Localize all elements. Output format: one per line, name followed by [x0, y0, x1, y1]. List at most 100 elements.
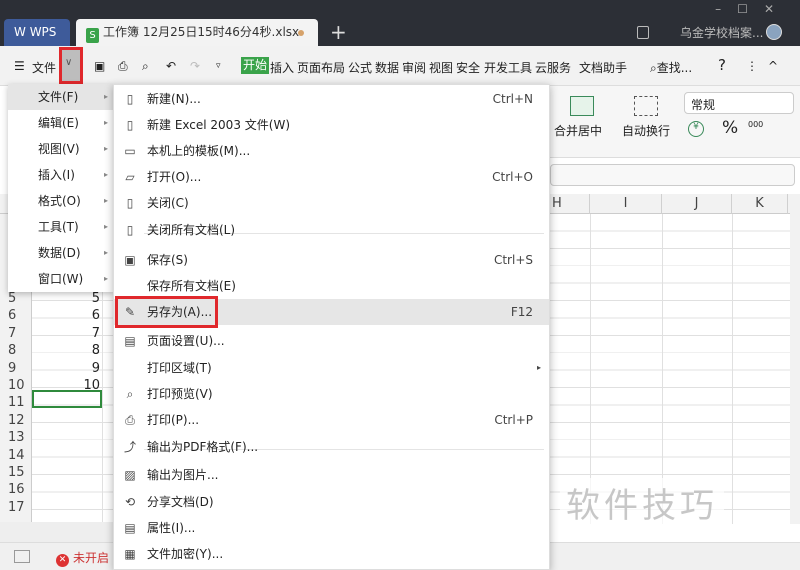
currency-icon[interactable]: ¥ — [688, 121, 704, 137]
file-menu-item[interactable]: ⌕ 打印预览(V) — [114, 381, 549, 407]
number-format-select[interactable]: 常规 — [684, 92, 794, 114]
wps-logo-icon: W — [14, 25, 30, 39]
percent-button[interactable]: % — [722, 118, 738, 138]
cell-value[interactable]: 8 — [34, 342, 100, 359]
file-menu-button[interactable]: 文件 — [32, 59, 56, 76]
tab-insert[interactable]: 插入 — [270, 59, 294, 76]
close-button[interactable]: ✕ — [764, 2, 790, 16]
file-menu-item[interactable]: ▯ 新建 Excel 2003 文件(W) — [114, 112, 549, 138]
tab-home[interactable]: 开始 — [241, 57, 270, 74]
save-icon[interactable]: ▣ — [94, 59, 105, 73]
menu-item[interactable]: 格式(O) ▸ — [8, 188, 114, 214]
file-dropdown-highlight[interactable]: ∨ — [59, 47, 83, 84]
minimize-button[interactable]: – — [715, 2, 737, 16]
file-menu-item[interactable]: ▱ 打开(O)... Ctrl+O — [114, 164, 549, 190]
menu-item-label: 格式(O) — [38, 194, 81, 208]
new-tab-button[interactable]: + — [330, 20, 347, 44]
row-header[interactable]: 10 — [8, 377, 25, 394]
row-header[interactable]: 16 — [8, 481, 25, 498]
shortcut-label: Ctrl+O — [492, 170, 533, 184]
file-menu-item[interactable]: ▯ 关闭(C) — [114, 190, 549, 216]
file-menu-item[interactable]: ⟲ 分享文档(D) — [114, 489, 549, 515]
tab-security[interactable]: 安全 — [456, 59, 480, 76]
formula-bar[interactable] — [550, 164, 795, 186]
user-name[interactable]: 乌金学校档案... — [680, 24, 763, 41]
customize-dropdown-icon[interactable]: ▿ — [216, 61, 221, 71]
thousands-button[interactable]: 000 — [748, 120, 763, 129]
row-header[interactable]: 9 — [8, 360, 16, 377]
document-tab[interactable]: S 工作簿 12月25日15时46分4秒.xlsx — [76, 19, 318, 46]
tablet-mode-icon[interactable] — [637, 26, 649, 39]
hamburger-icon[interactable]: ☰ — [14, 59, 25, 73]
file-menu-item[interactable]: ⎙ 打印(P)... Ctrl+P — [114, 407, 549, 433]
column-header-h[interactable]: H — [550, 194, 590, 214]
row-header[interactable]: 15 — [8, 464, 25, 481]
selected-cell-a11[interactable] — [32, 390, 102, 408]
row-header[interactable]: 12 — [8, 412, 25, 429]
menu-item[interactable]: 插入(I) ▸ — [8, 162, 114, 188]
row-header[interactable]: 17 — [8, 499, 25, 516]
menu-item[interactable]: 文件(F) ▸ — [8, 84, 114, 110]
shortcut-label: F12 — [510, 305, 533, 319]
file-menu-item[interactable]: ▨ 输出为图片... — [114, 462, 549, 488]
file-menu-item[interactable]: ▤ 页面设置(U)... — [114, 328, 549, 354]
column-header-j[interactable]: J — [662, 194, 732, 214]
menu-item[interactable]: 编辑(E) ▸ — [8, 110, 114, 136]
print-preview-icon[interactable]: ⌕ — [142, 59, 149, 74]
help-button[interactable]: ? — [718, 56, 726, 74]
file-menu-item[interactable]: ▯ 关闭所有文档(L) — [114, 217, 549, 243]
redo-icon[interactable]: ↷ — [190, 59, 200, 73]
column-header-k[interactable]: K — [732, 194, 788, 214]
wrap-text-button[interactable]: 自动换行 — [622, 122, 670, 139]
file-menu-item[interactable]: ▤ 属性(I)... — [114, 515, 549, 541]
tab-formulas[interactable]: 公式 — [348, 59, 372, 76]
cell-value[interactable]: 7 — [34, 325, 100, 342]
file-menu-item[interactable]: ▣ 保存(S) Ctrl+S — [114, 247, 549, 273]
tab-developer[interactable]: 开发工具 — [484, 59, 532, 76]
row-header[interactable]: 7 — [8, 325, 16, 342]
status-warning[interactable]: ✕ 未开启 — [56, 549, 109, 567]
wps-home-tab[interactable]: W WPS — [4, 19, 70, 46]
window-controls[interactable]: –☐✕ — [715, 2, 790, 16]
merge-center-button[interactable]: 合并居中 — [554, 122, 602, 139]
row-header[interactable]: 13 — [8, 429, 25, 446]
tab-view[interactable]: 视图 — [429, 59, 453, 76]
file-menu-item[interactable]: ▯ 新建(N)... Ctrl+N — [114, 86, 549, 112]
row-header[interactable]: 8 — [8, 342, 16, 359]
tab-cloud[interactable]: 云服务 — [535, 59, 571, 76]
menu-item[interactable]: 窗口(W) ▸ — [8, 266, 114, 292]
row-header[interactable]: 6 — [8, 307, 16, 324]
file-menu-item[interactable]: 打印区域(T) ▸ — [114, 355, 549, 381]
avatar[interactable] — [766, 24, 782, 40]
screen-icon[interactable] — [14, 550, 30, 563]
menu-item[interactable]: 视图(V) ▸ — [8, 136, 114, 162]
file-menu-item[interactable]: ▭ 本机上的模板(M)... — [114, 138, 549, 164]
tab-page-layout[interactable]: 页面布局 — [297, 59, 345, 76]
menu-item[interactable]: 数据(D) ▸ — [8, 240, 114, 266]
row-header[interactable]: 14 — [8, 447, 25, 464]
undo-icon[interactable]: ↶ — [166, 59, 176, 73]
column-header-i[interactable]: I — [590, 194, 662, 214]
vertical-scrollbar[interactable] — [790, 194, 800, 524]
cell-value[interactable]: 6 — [34, 307, 100, 324]
print-icon[interactable]: ⎙ — [118, 59, 128, 74]
folder-icon: ▱ — [125, 170, 135, 184]
tab-data[interactable]: 数据 — [375, 59, 399, 76]
file-menu-item[interactable]: ▦ 文件加密(Y)... — [114, 541, 549, 567]
file-menu-label: 新建 Excel 2003 文件(W) — [147, 118, 290, 132]
collapse-ribbon-button[interactable]: ^ — [768, 59, 778, 73]
cell-value[interactable]: 5 — [34, 290, 100, 307]
menu-item-label: 视图(V) — [38, 142, 80, 156]
more-button[interactable]: ⋮ — [746, 59, 758, 73]
menu-item[interactable]: 工具(T) ▸ — [8, 214, 114, 240]
row-header[interactable]: 11 — [8, 394, 25, 411]
sheet-navigation[interactable] — [0, 522, 115, 542]
tab-review[interactable]: 审阅 — [402, 59, 426, 76]
file-menu-label: 关闭(C) — [147, 196, 189, 210]
maximize-button[interactable]: ☐ — [737, 2, 764, 16]
search-button[interactable]: ⌕查找... — [650, 59, 692, 76]
file-menu-item[interactable]: ⤴ 输出为PDF格式(F)... — [114, 434, 549, 460]
tab-assistant[interactable]: 文档助手 — [579, 59, 627, 76]
row-header[interactable]: 5 — [8, 290, 16, 307]
cell-value[interactable]: 9 — [34, 360, 100, 377]
